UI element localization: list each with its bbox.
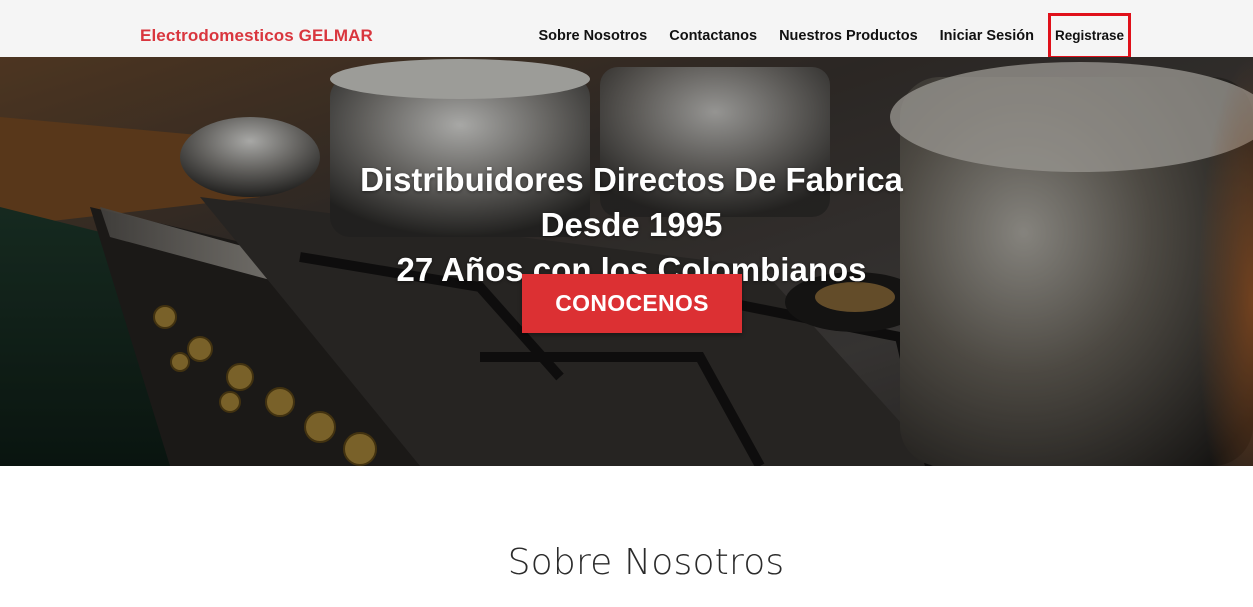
hero-title-line-2: Desde 1995: [540, 206, 723, 244]
about-heading: Sobre Nosotros: [507, 542, 785, 583]
hero-title: Distribuidores Directos De Fabrica Desde…: [0, 157, 1253, 292]
navbar: Electrodomesticos GELMAR Sobre Nosotros …: [0, 0, 1253, 59]
nav-link-sobre-nosotros[interactable]: Sobre Nosotros: [527, 26, 658, 46]
brand-logo-link[interactable]: Electrodomesticos GELMAR: [140, 26, 373, 46]
hero-title-line-1: Distribuidores Directos De Fabrica: [360, 161, 903, 199]
nav-link-contactanos[interactable]: Contactanos: [658, 26, 768, 46]
nav-link-iniciar-sesion[interactable]: Iniciar Sesión: [929, 26, 1045, 46]
nav-link-nuestros-productos[interactable]: Nuestros Productos: [768, 26, 929, 46]
hero-banner: Distribuidores Directos De Fabrica Desde…: [0, 57, 1253, 466]
nav-links: Sobre Nosotros Contactanos Nuestros Prod…: [527, 0, 1132, 59]
nav-link-registrase[interactable]: Registrase: [1047, 12, 1132, 59]
conocenos-button[interactable]: CONOCENOS: [522, 274, 742, 333]
